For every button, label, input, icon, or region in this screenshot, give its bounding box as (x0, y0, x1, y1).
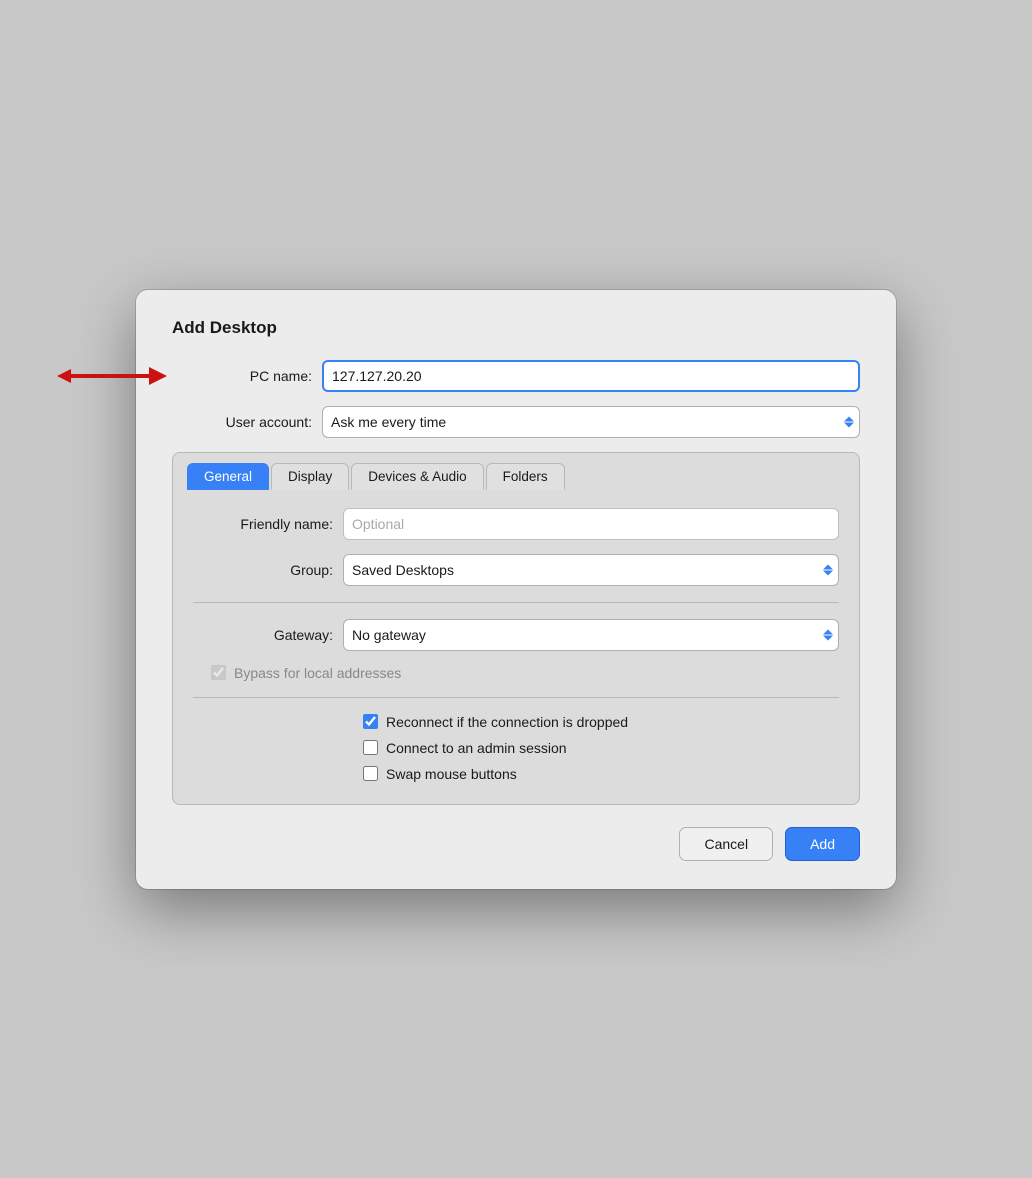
cancel-button[interactable]: Cancel (679, 827, 773, 861)
dialog-title: Add Desktop (172, 318, 860, 338)
group-wrap: Saved Desktops (343, 554, 839, 586)
pc-name-input[interactable] (322, 360, 860, 392)
bypass-row: Bypass for local addresses (211, 665, 839, 681)
add-desktop-dialog: Add Desktop PC name: User account: Ask m… (136, 290, 896, 889)
divider-2 (193, 697, 839, 698)
dialog-footer: Cancel Add (172, 827, 860, 861)
bypass-checkbox[interactable] (211, 665, 226, 680)
friendly-name-wrap (343, 508, 839, 540)
reconnect-label: Reconnect if the connection is dropped (386, 714, 628, 730)
user-account-label: User account: (172, 414, 322, 430)
gateway-select-wrap: No gateway (343, 619, 839, 651)
swap-mouse-checkbox[interactable] (363, 766, 378, 781)
tab-content-general: Friendly name: Group: Saved Desktops (173, 490, 859, 804)
tab-display[interactable]: Display (271, 463, 349, 490)
swap-mouse-label: Swap mouse buttons (386, 766, 517, 782)
tab-folders[interactable]: Folders (486, 463, 565, 490)
reconnect-row: Reconnect if the connection is dropped (363, 714, 839, 730)
gateway-label: Gateway: (193, 627, 343, 643)
tab-general[interactable]: General (187, 463, 269, 490)
group-label: Group: (193, 562, 343, 578)
pc-name-input-wrap (322, 360, 860, 392)
admin-session-label: Connect to an admin session (386, 740, 567, 756)
tab-devices-audio[interactable]: Devices & Audio (351, 463, 483, 490)
friendly-name-input[interactable] (343, 508, 839, 540)
user-account-select-wrap: Ask me every time Add User Account... (322, 406, 860, 438)
group-select-wrap: Saved Desktops (343, 554, 839, 586)
user-account-select[interactable]: Ask me every time Add User Account... (322, 406, 860, 438)
admin-session-checkbox[interactable] (363, 740, 378, 755)
user-account-wrap: Ask me every time Add User Account... (322, 406, 860, 438)
friendly-name-label: Friendly name: (193, 516, 343, 532)
admin-session-row: Connect to an admin session (363, 740, 839, 756)
gateway-wrap: No gateway (343, 619, 839, 651)
divider-1 (193, 602, 839, 603)
gateway-select[interactable]: No gateway (343, 619, 839, 651)
arrow-annotation (57, 364, 167, 388)
group-select[interactable]: Saved Desktops (343, 554, 839, 586)
pc-name-label: PC name: (172, 368, 322, 384)
bypass-label: Bypass for local addresses (234, 665, 401, 681)
tab-panel: General Display Devices & Audio Folders … (172, 452, 860, 805)
swap-mouse-row: Swap mouse buttons (363, 766, 839, 782)
tabs-bar: General Display Devices & Audio Folders (173, 453, 859, 490)
reconnect-checkbox[interactable] (363, 714, 378, 729)
add-button[interactable]: Add (785, 827, 860, 861)
